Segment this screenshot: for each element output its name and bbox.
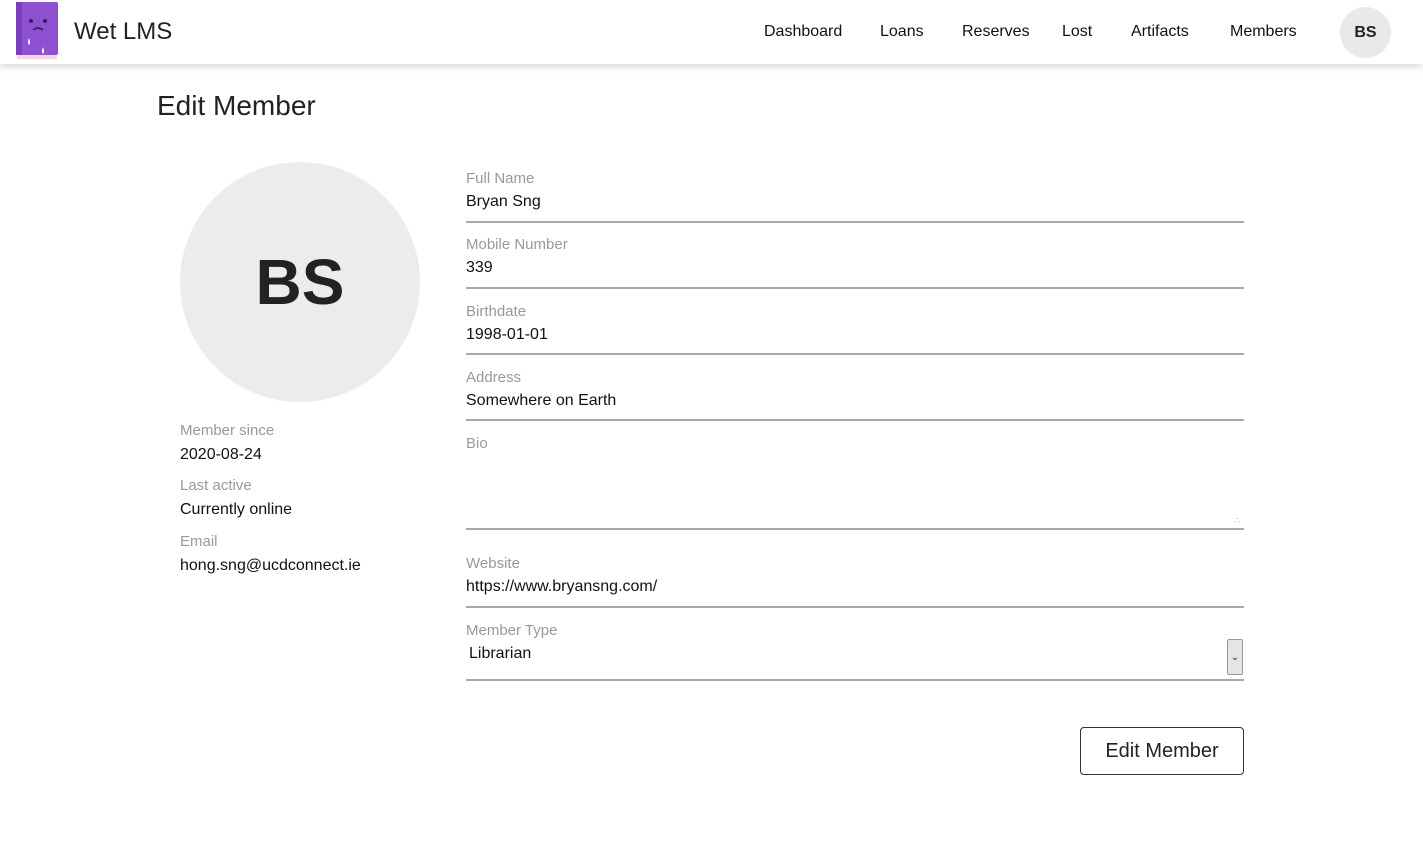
- full-name-label: Full Name: [466, 170, 535, 187]
- last-active-label: Last active: [180, 477, 252, 494]
- nav-reserves[interactable]: Reserves: [962, 23, 1030, 41]
- website-field: Website: [466, 555, 1244, 608]
- address-input[interactable]: [466, 390, 1244, 412]
- bio-field: Bio ∴: [466, 435, 1244, 530]
- nav-members[interactable]: Members: [1230, 23, 1297, 41]
- mobile-number-field: Mobile Number: [466, 236, 1244, 289]
- nav-artifacts[interactable]: Artifacts: [1131, 23, 1189, 41]
- member-type-field: Member Type Librarian ⌄: [466, 622, 1244, 681]
- top-navbar: Wet LMS Dashboard Loans Reserves Lost Ar…: [0, 0, 1423, 64]
- edit-member-button[interactable]: Edit Member: [1080, 727, 1244, 775]
- birthdate-input[interactable]: [466, 324, 1244, 346]
- website-input[interactable]: [466, 576, 1244, 598]
- address-label: Address: [466, 369, 522, 386]
- bio-textarea[interactable]: [466, 456, 1244, 528]
- user-avatar-button[interactable]: BS: [1340, 7, 1391, 58]
- chevron-down-icon[interactable]: ⌄: [1227, 639, 1243, 675]
- resize-grip-icon[interactable]: ∴: [1235, 517, 1240, 525]
- bio-label: Bio: [466, 435, 488, 452]
- last-active-value: Currently online: [180, 501, 293, 518]
- address-field: Address: [466, 369, 1244, 421]
- member-avatar: BS: [180, 162, 420, 402]
- email-label: Email: [180, 533, 218, 550]
- full-name-field: Full Name: [466, 170, 1244, 223]
- birthdate-field: Birthdate: [466, 303, 1244, 355]
- page-title: Edit Member: [157, 90, 316, 121]
- birthdate-label: Birthdate: [466, 303, 527, 320]
- member-since-label: Member since: [180, 422, 275, 439]
- member-type-value: Librarian: [469, 645, 532, 662]
- nav-dashboard[interactable]: Dashboard: [764, 23, 842, 41]
- mobile-number-label: Mobile Number: [466, 236, 568, 253]
- nav-lost[interactable]: Lost: [1062, 23, 1092, 41]
- member-type-select[interactable]: Librarian ⌄: [466, 639, 1244, 679]
- full-name-input[interactable]: [466, 191, 1244, 213]
- mobile-number-input[interactable]: [466, 257, 1244, 279]
- email-value: hong.sng@ucdconnect.ie: [180, 557, 361, 574]
- app-title[interactable]: Wet LMS: [74, 18, 172, 46]
- book-logo-icon[interactable]: [16, 2, 58, 60]
- nav-loans[interactable]: Loans: [880, 23, 924, 41]
- member-since-value: 2020-08-24: [180, 446, 262, 463]
- member-type-label: Member Type: [466, 622, 558, 639]
- website-label: Website: [466, 555, 520, 572]
